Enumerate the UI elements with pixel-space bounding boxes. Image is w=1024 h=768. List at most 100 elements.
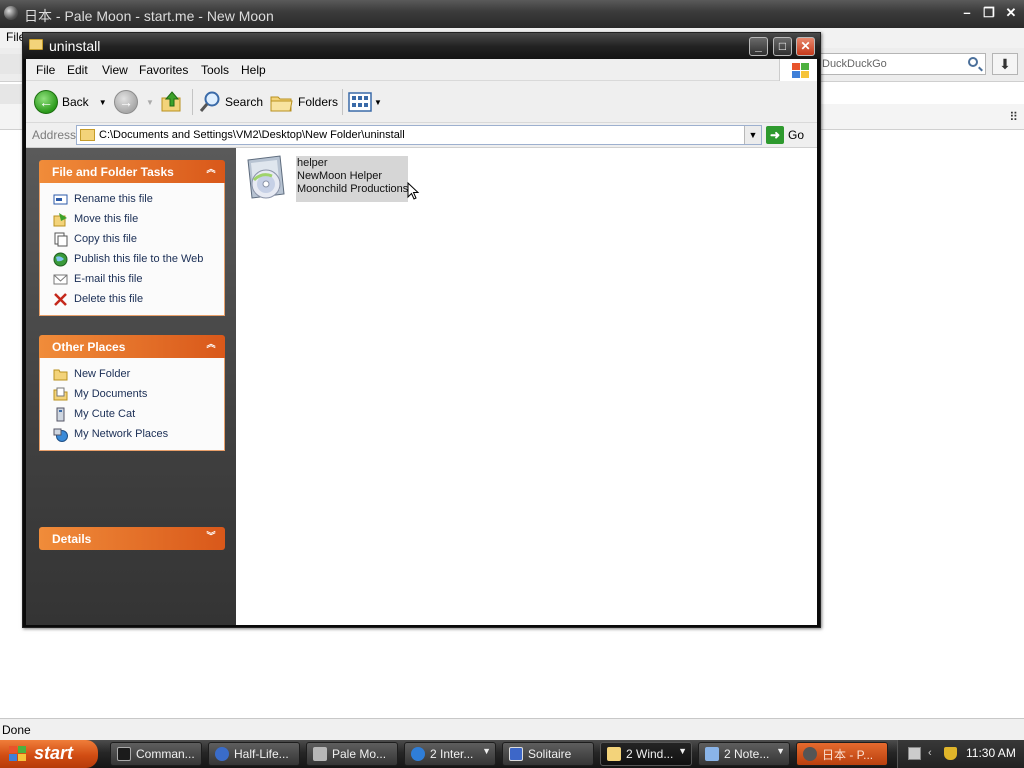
views-dropdown-icon[interactable]: ▼ [374,98,382,107]
taskbar-button-command-prompt[interactable]: Comman... [110,742,202,766]
maximize-button[interactable]: □ [773,37,792,56]
collapse-chevron-icon[interactable]: ︽ [204,338,218,352]
place-my-documents[interactable]: My Documents [53,384,224,404]
back-label: Back [62,95,89,109]
folder-icon [607,747,621,761]
forward-dropdown-icon[interactable]: ▼ [146,98,154,107]
delete-icon [53,292,68,307]
task-label: Delete this file [74,293,144,305]
browser-close-button[interactable]: ✕ [1002,5,1020,22]
publish-web-icon [53,252,68,267]
folder-icon [53,367,68,382]
up-folder-button[interactable] [160,88,184,116]
browser-search-icon[interactable] [0,84,22,104]
taskbar-button-windows-explorer[interactable]: 2 Wind... ▼ [600,742,692,766]
back-button[interactable]: ← Back ▼ [34,88,107,116]
keyboard-icon[interactable] [908,747,921,760]
menu-edit[interactable]: Edit [67,63,88,77]
forward-button[interactable]: → ▼ [114,88,154,116]
place-my-cute-cat[interactable]: My Cute Cat [53,404,224,424]
my-documents-icon [53,387,68,402]
place-label: My Network Places [74,428,169,440]
folder-icon [80,129,95,141]
browser-minimize-button[interactable]: – [958,5,976,22]
download-icon[interactable]: ⬇ [992,53,1018,75]
grip-icon[interactable]: ⠿ [1009,110,1018,124]
details-title: Details [52,532,92,546]
pale-moon-icon [313,747,327,761]
other-places-panel: Other Places ︽ New Folder My Documents M… [39,335,225,451]
clock[interactable]: 11:30 AM [966,746,1016,760]
task-label: Copy this file [74,233,137,245]
menu-file[interactable]: File [36,63,55,77]
task-rename-file[interactable]: Rename this file [53,189,224,209]
start-button[interactable]: start [0,740,98,768]
folders-button[interactable]: Folders [270,88,338,116]
address-input[interactable]: C:\Documents and Settings\VM2\Desktop\Ne… [76,125,762,145]
other-places-header[interactable]: Other Places ︽ [39,335,225,358]
browser-search-box[interactable]: DuckDuckGo [812,53,986,75]
file-folder-tasks-panel: File and Folder Tasks ︽ Rename this file… [39,160,225,316]
explorer-title-bar[interactable]: uninstall _ □ ✕ [23,33,820,59]
collapse-chevron-icon[interactable]: ︽ [204,163,218,177]
security-shield-icon[interactable] [944,747,957,760]
details-header[interactable]: Details ︾ [39,527,225,550]
file-folder-tasks-title: File and Folder Tasks [52,165,174,179]
taskbar-button-label: Solitaire [528,747,572,761]
search-button[interactable]: Search [198,88,263,116]
menu-favorites[interactable]: Favorites [139,63,188,77]
task-move-file[interactable]: Move this file [53,209,224,229]
address-dropdown-icon[interactable]: ▼ [744,126,761,144]
pale-moon-icon [803,747,817,761]
taskbar-button-pale-moon[interactable]: Pale Mo... [306,742,398,766]
place-label: My Cute Cat [74,408,136,420]
menu-tools[interactable]: Tools [201,63,229,77]
explorer-body: File Edit View Favorites Tools Help ← Ba… [26,59,817,625]
folders-label: Folders [298,95,339,109]
other-places-title: Other Places [52,340,126,354]
menu-help[interactable]: Help [241,63,266,77]
taskbar-button-label: 2 Inter... [430,747,474,761]
menu-view[interactable]: View [102,63,128,77]
toolbar-separator [192,89,193,115]
task-copy-file[interactable]: Copy this file [53,229,224,249]
task-publish-file[interactable]: Publish this file to the Web [53,249,224,269]
file-item-helper[interactable]: helper NewMoon Helper Moonchild Producti… [242,154,409,202]
taskbar-button-half-life[interactable]: Half-Life... [208,742,300,766]
taskbar-button-solitaire[interactable]: Solitaire [502,742,594,766]
minimize-button[interactable]: _ [749,37,768,56]
system-tray: ‹ 11:30 AM [897,740,1024,768]
notepad-icon [705,747,719,761]
taskbar-button-pale-moon-japan[interactable]: 日本 - P... [796,742,888,766]
taskbar-button-internet-explorer[interactable]: 2 Inter... ▼ [404,742,496,766]
go-button[interactable]: ➜ Go [766,125,804,145]
group-dropdown-icon: ▼ [678,746,687,756]
task-delete-file[interactable]: Delete this file [53,289,224,309]
search-icon[interactable] [968,57,978,67]
computer-icon [53,407,68,422]
close-button[interactable]: ✕ [796,37,815,56]
place-my-network-places[interactable]: My Network Places [53,424,224,444]
place-new-folder[interactable]: New Folder [53,364,224,384]
task-email-file[interactable]: E-mail this file [53,269,224,289]
go-label: Go [788,128,805,142]
command-prompt-icon [117,747,131,761]
back-dropdown-icon[interactable]: ▼ [99,98,107,107]
expand-chevron-icon[interactable]: ︾ [204,530,218,544]
address-bar: Address C:\Documents and Settings\VM2\De… [26,123,817,148]
tray-expand-icon[interactable]: ‹ [928,747,941,760]
views-button[interactable]: ▼ [348,88,382,116]
folders-icon [270,96,293,112]
browser-back-button[interactable] [0,54,22,74]
internet-explorer-icon [411,747,425,761]
file-folder-tasks-header[interactable]: File and Folder Tasks ︽ [39,160,225,183]
details-panel: Details ︾ [39,527,225,550]
taskbar-button-label: Pale Mo... [332,747,387,761]
task-label: Move this file [74,213,139,225]
toolbar-separator [342,89,343,115]
taskbar-button-notepad[interactable]: 2 Note... ▼ [698,742,790,766]
mouse-cursor-icon [407,182,420,200]
views-icon [348,92,372,112]
browser-restore-button[interactable]: ❐ [980,5,998,22]
taskbar-button-label: Half-Life... [234,747,289,761]
